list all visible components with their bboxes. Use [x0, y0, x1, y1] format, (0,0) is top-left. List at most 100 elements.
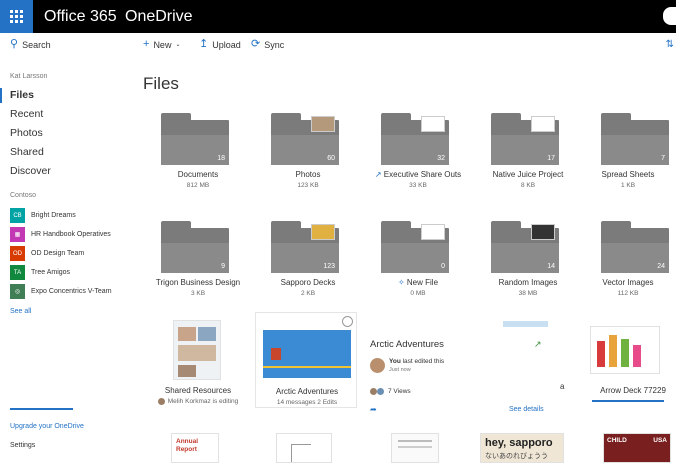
item-count: 123 — [323, 263, 335, 270]
truncated-label: a — [560, 382, 565, 391]
folder-name: Photos — [295, 170, 321, 179]
folder-tile[interactable]: 60 Photos 123 KB — [253, 112, 363, 192]
nav-item-photos[interactable]: Photos — [0, 124, 133, 143]
thumbnail-text: hey, sapporo — [485, 437, 553, 449]
item-count: 18 — [217, 155, 225, 162]
folder-name-text: Executive Share Outs — [383, 170, 462, 179]
folder-icon: 18 — [161, 113, 229, 165]
folder-name-text: New File — [406, 278, 439, 287]
sidebar: Kat Larsson Files Recent Photos Shared D… — [0, 55, 133, 463]
see-details-link[interactable]: See details — [509, 406, 544, 413]
share-icon[interactable]: ➦ — [370, 405, 377, 414]
document-thumbnail — [173, 320, 221, 380]
page-title: Files — [143, 74, 179, 93]
trending-icon: ↗ — [534, 339, 542, 349]
folder-size: 2 KB — [300, 290, 316, 297]
upload-label: Upload — [212, 39, 241, 50]
trending-icon: ↗ — [374, 170, 382, 179]
item-count: 7 — [661, 155, 665, 162]
see-all-link[interactable]: See all — [10, 308, 31, 315]
avatar — [377, 388, 384, 395]
thumbnail-text: Annual Report — [176, 438, 199, 453]
app-name[interactable]: OneDrive — [125, 8, 193, 26]
nav-item-shared[interactable]: Shared — [0, 143, 133, 162]
file-thumbnail-magazine[interactable]: CHILD USA — [603, 433, 671, 463]
app-launcher-button[interactable] — [0, 0, 33, 33]
group-badge-icon: ▦ — [10, 227, 25, 242]
folder-size: 38 MB — [518, 290, 538, 297]
file-tile-arrow-deck[interactable]: Arrow Deck 77229 — [588, 318, 676, 410]
group-badge-icon: ◎ — [10, 284, 25, 299]
file-tile-arctic-adventures[interactable]: Arctic Adventures 14 messages 2 Edits — [255, 312, 357, 408]
avatar — [157, 398, 165, 405]
folder-tile[interactable]: 24 Vector Images 112 KB — [583, 220, 676, 300]
new-sparkle-icon: ✧ — [397, 278, 405, 287]
item-count: 0 — [441, 263, 445, 270]
group-label: HR Handbook Operatives — [31, 231, 111, 238]
file-tile-shared-resources[interactable]: Shared Resources Melih Korkmaz is editin… — [143, 318, 253, 410]
file-thumbnail-blank[interactable] — [276, 433, 332, 463]
select-checkbox[interactable] — [342, 316, 353, 327]
upgrade-link[interactable]: Upgrade your OneDrive — [10, 423, 84, 430]
upload-button[interactable]: ↥ Upload — [199, 39, 241, 50]
folder-tile[interactable]: 0 ✧ New File 0 MB — [363, 220, 473, 300]
search-button[interactable]: ⚲ Search — [10, 39, 51, 50]
you-label: You — [389, 358, 401, 365]
group-label: OD Design Team — [31, 250, 85, 257]
sync-button[interactable]: ⟳ Sync — [251, 39, 284, 50]
folder-tile[interactable]: 7 Spread Sheets 1 KB — [583, 112, 676, 192]
edited-time: Just now — [389, 367, 411, 373]
chevron-down-icon: ⌄ — [175, 42, 181, 48]
folder-tile[interactable]: 14 Random Images 38 MB — [473, 220, 583, 300]
brand-name[interactable]: Office 365 — [44, 8, 117, 26]
folder-name: Spread Sheets — [601, 170, 655, 179]
file-name: Shared Resources — [164, 386, 232, 395]
folder-tile[interactable]: 9 Trigon Business Design 3 KB — [143, 220, 253, 300]
file-thumbnail-doc[interactable] — [391, 433, 439, 463]
search-icon: ⚲ — [10, 38, 19, 50]
folder-icon: 24 — [601, 221, 669, 273]
file-thumbnail-sapporo[interactable]: hey, sapporo ないあのれびょうう — [480, 433, 564, 463]
folder-size: 3 KB — [190, 290, 206, 297]
thumbnail-strip — [503, 321, 548, 327]
group-item[interactable]: CB Bright Dreams — [10, 206, 133, 225]
group-item[interactable]: ◎ Expo Concentrics V-Team — [10, 282, 133, 301]
item-count: 9 — [221, 263, 225, 270]
folder-tile[interactable]: 123 Sapporo Decks 2 KB — [253, 220, 363, 300]
group-label: Tree Amigos — [31, 269, 71, 276]
nav-item-discover[interactable]: Discover — [0, 162, 133, 181]
nav-item-files[interactable]: Files — [0, 86, 133, 105]
sort-icon[interactable]: ⇅ — [666, 39, 674, 50]
upload-icon: ↥ — [199, 38, 209, 50]
sync-icon: ⟳ — [251, 38, 261, 50]
group-item[interactable]: TA Tree Amigos — [10, 263, 133, 282]
sidebar-nav: Files Recent Photos Shared Discover — [0, 86, 133, 181]
item-count: 32 — [437, 155, 445, 162]
folder-tile[interactable]: 32 ↗ Executive Share Outs 33 KB — [363, 112, 473, 192]
thumbnail-subtext: ないあのれびょうう — [485, 453, 548, 460]
command-bar: ⚲ Search + New ⌄ ↥ Upload ⟳ Sync ⇅ — [0, 33, 676, 55]
waffle-icon — [10, 10, 23, 23]
folder-size: 812 MB — [186, 182, 210, 189]
group-item[interactable]: OD OD Design Team — [10, 244, 133, 263]
group-badge: TA — [10, 265, 25, 280]
new-button[interactable]: + New ⌄ — [143, 39, 180, 50]
group-badge: CB — [10, 208, 25, 223]
powerpoint-icon — [271, 348, 281, 360]
group-item[interactable]: ▦ HR Handbook Operatives — [10, 225, 133, 244]
folder-icon: 0 — [381, 221, 449, 273]
file-thumbnail-annual-report[interactable]: Annual Report — [171, 433, 219, 463]
group-badge: OD — [10, 246, 25, 261]
settings-link[interactable]: Settings — [10, 442, 35, 449]
views-count: 7 Views — [388, 388, 411, 395]
folder-size: 123 KB — [297, 182, 319, 189]
thumbnail-text: USA — [653, 437, 667, 444]
selection-underline — [592, 400, 664, 402]
section-label-contoso: Contoso — [10, 192, 37, 199]
folder-tile[interactable]: 17 Native Juice Project 8 KB — [473, 112, 583, 192]
skype-icon[interactable] — [663, 7, 676, 25]
group-label: Expo Concentrics V-Team — [31, 288, 112, 295]
nav-item-recent[interactable]: Recent — [0, 105, 133, 124]
activity-card[interactable]: Arctic Adventures ↗ You last edited this… — [363, 312, 564, 416]
folder-tile[interactable]: 18 Documents 812 MB — [143, 112, 253, 192]
